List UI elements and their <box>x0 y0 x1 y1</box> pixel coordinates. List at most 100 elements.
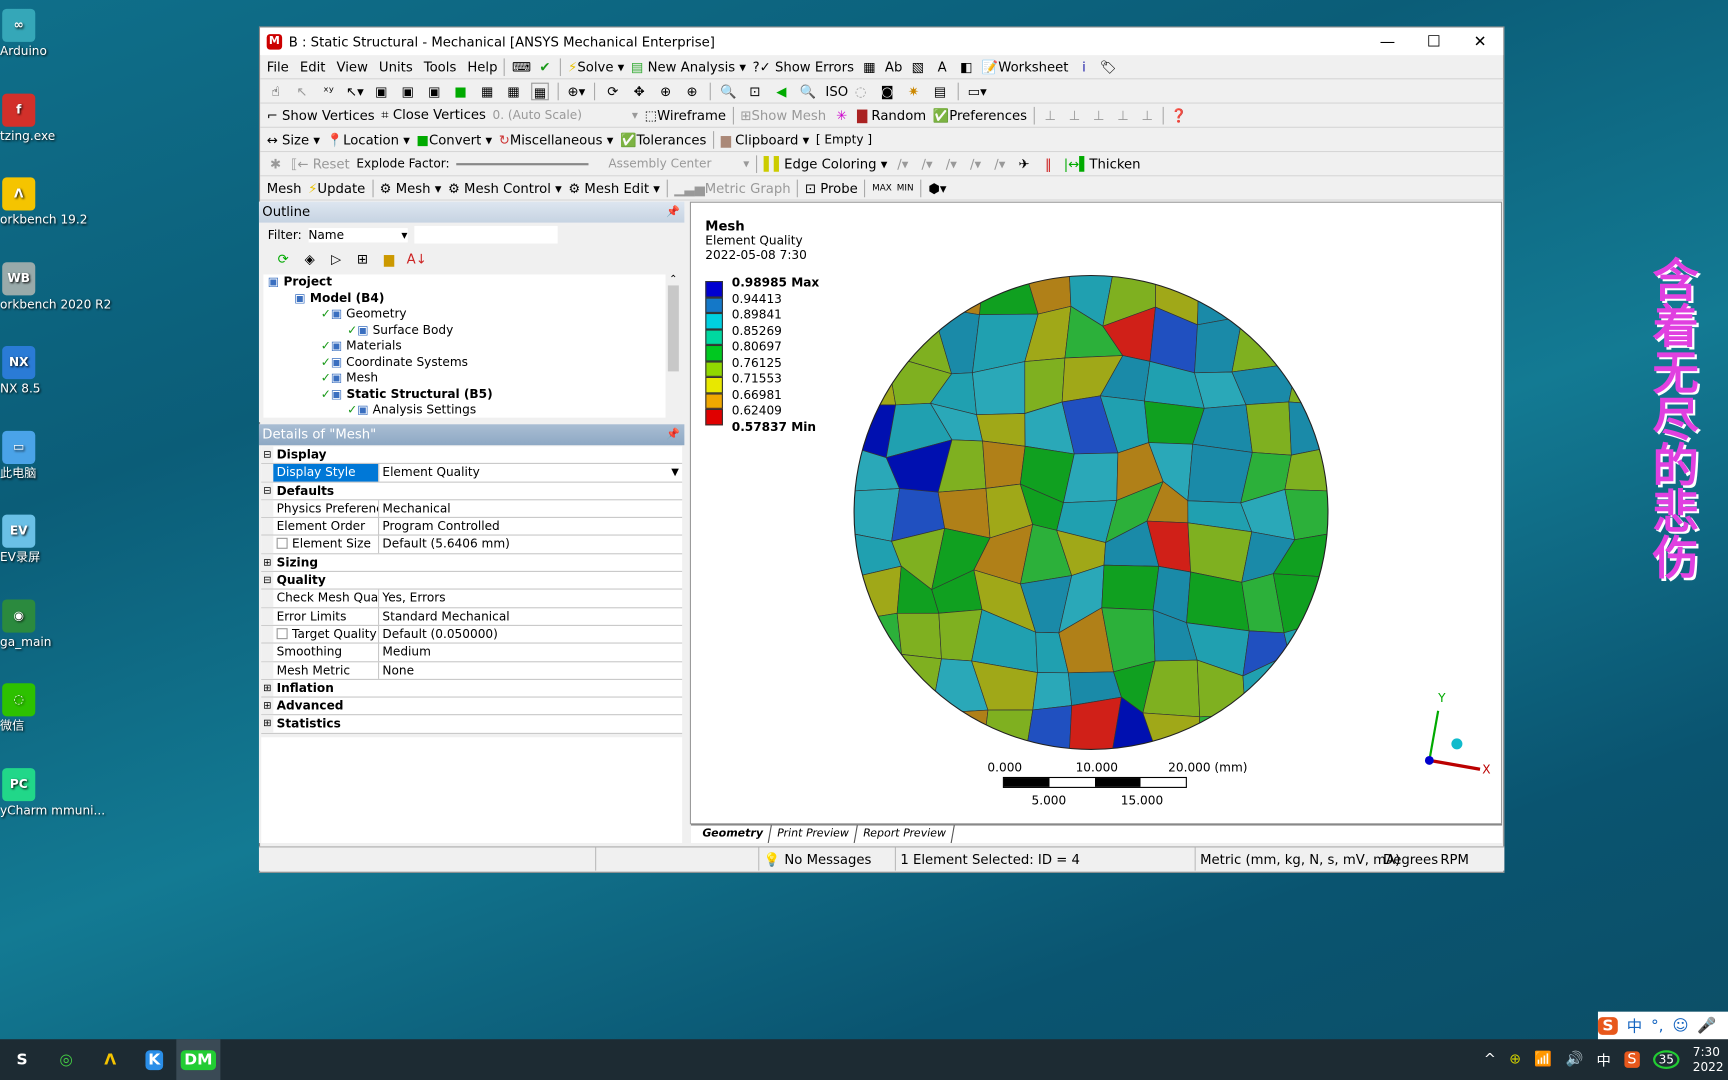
view-icon[interactable]: ◙ <box>878 82 896 100</box>
command-icon[interactable]: ⌨ <box>512 58 531 76</box>
annotation-icon[interactable]: ⊥ <box>1041 106 1059 124</box>
tree-item[interactable]: ✓▣ Mesh <box>263 370 665 386</box>
preferences-button[interactable]: ✅Preferences <box>933 107 1027 122</box>
desktop-icon[interactable]: Λorkbench 19.2 <box>0 177 87 228</box>
extend-icon[interactable]: ⊕▾ <box>568 82 586 100</box>
property-value[interactable]: Mechanical <box>379 500 682 517</box>
mesh-element[interactable] <box>1197 275 1243 326</box>
mesh-element[interactable] <box>1284 697 1328 750</box>
sort-icon[interactable]: A↓ <box>407 250 427 268</box>
edge-coloring-button[interactable]: ▌▌Edge Coloring ▾ <box>764 156 888 171</box>
check-icon[interactable]: ✔ <box>536 58 554 76</box>
sogou-icon[interactable]: S <box>1597 1017 1618 1035</box>
mesh-element[interactable] <box>1282 307 1328 364</box>
expand-toggle-icon[interactable]: ⊞ <box>261 554 274 571</box>
tree-item[interactable]: ✓▣ Surface Body <box>263 322 665 338</box>
max-icon[interactable]: MAX <box>872 179 892 197</box>
details-group[interactable]: ⊟ Display <box>261 446 683 465</box>
menu-units[interactable]: Units <box>379 59 413 74</box>
desktop-icon[interactable]: ▭ 此电脑 <box>0 430 66 481</box>
box-zoom-icon[interactable]: ⊕ <box>683 82 701 100</box>
details-group[interactable]: ⊟ Defaults <box>261 482 683 501</box>
tree-item[interactable]: ✓▣ Coordinate Systems <box>263 354 665 370</box>
triad-icon[interactable]: ✳ <box>833 106 851 124</box>
minimize-button[interactable]: — <box>1364 33 1410 51</box>
refresh-icon[interactable]: ⟳ <box>274 250 292 268</box>
details-group[interactable]: ⊞ Sizing <box>261 554 683 573</box>
explode-slider[interactable] <box>456 162 589 165</box>
pin-icon[interactable]: ✈ <box>1015 155 1033 173</box>
annotation-icon[interactable]: ⊥ <box>1114 106 1132 124</box>
window-layout-icon[interactable]: ▭▾ <box>968 82 987 100</box>
pin-icon[interactable]: 📌 <box>666 202 684 223</box>
tree-item[interactable]: ▣ Project <box>263 274 665 290</box>
taskbar-app[interactable]: DM <box>176 1039 221 1080</box>
menu-edit[interactable]: Edit <box>300 59 326 74</box>
expand-toggle-icon[interactable]: ⊟ <box>261 572 274 589</box>
mesh-element[interactable] <box>898 654 942 714</box>
show-mesh-button[interactable]: ⊞Show Mesh <box>740 107 826 122</box>
maximize-button[interactable]: ☐ <box>1411 33 1457 51</box>
property-value[interactable]: Medium <box>379 644 682 661</box>
checkbox[interactable] <box>276 628 288 640</box>
folder-icon[interactable]: ▆ <box>380 250 398 268</box>
info-select-icon[interactable]: i <box>1075 58 1093 76</box>
annotation-icon[interactable]: ⊥ <box>1090 106 1108 124</box>
expand-toggle-icon[interactable]: ⊞ <box>261 715 274 733</box>
mesh-element[interactable] <box>854 318 898 363</box>
scale-select[interactable]: 0. (Auto Scale) ▾ <box>492 108 637 122</box>
mesh-element[interactable] <box>1288 361 1328 406</box>
desktop-icon[interactable]: NX NX 8.5 <box>0 346 66 397</box>
expand-toggle-icon[interactable]: ⊞ <box>261 679 274 697</box>
mesh-element[interactable] <box>896 705 941 750</box>
expand-toggle-icon[interactable]: ⊟ <box>261 482 274 500</box>
filter-input[interactable] <box>414 225 558 244</box>
property-value[interactable]: Default (0.050000) <box>379 626 682 643</box>
mesh-element[interactable] <box>931 275 984 316</box>
size-button[interactable]: ↔ Size ▾ <box>267 132 320 147</box>
details-row[interactable]: Physics Preference Mechanical <box>261 500 683 519</box>
mesh-element[interactable] <box>1026 705 1073 750</box>
mesh-element[interactable] <box>982 440 1026 489</box>
property-value[interactable]: Program Controlled <box>379 518 682 535</box>
explode-icon[interactable]: ✱ <box>267 155 285 173</box>
select-face-icon[interactable]: ▣ <box>425 82 443 100</box>
details-row[interactable]: Mesh Metric None <box>261 661 683 680</box>
edge-icon[interactable]: ∕▾ <box>918 155 936 173</box>
select-body-icon[interactable]: ■ <box>452 82 470 100</box>
miscellaneous-button[interactable]: ↻Miscellaneous ▾ <box>499 132 614 147</box>
outline-scrollbar[interactable]: ⌃ <box>665 274 682 418</box>
mesh-element[interactable] <box>982 709 1034 750</box>
mesh-element[interactable] <box>854 705 900 750</box>
cursor-mode-icon[interactable]: ↖▾ <box>346 82 364 100</box>
location-button[interactable]: 📍Location ▾ <box>327 132 410 147</box>
property-value[interactable]: Default (5.6406 mm) <box>379 536 682 553</box>
iso-view-icon[interactable]: ISO <box>825 82 848 100</box>
mesh-element[interactable] <box>1231 307 1298 373</box>
thin-icon[interactable]: ‖ <box>1039 155 1057 173</box>
select-node-icon[interactable]: ▦ <box>478 82 496 100</box>
tab-geometry[interactable]: Geometry <box>693 825 773 844</box>
zoom-fit-icon[interactable]: 🔍 <box>720 82 738 100</box>
tree-item[interactable]: ✓▣ Analysis Settings <box>263 402 665 418</box>
select-edge-icon[interactable]: ▣ <box>399 82 417 100</box>
chart-icon[interactable]: ▦ <box>861 58 879 76</box>
pin-icon[interactable]: 📌 <box>666 424 684 445</box>
metric-graph-button[interactable]: ▁▃▅Metric Graph <box>674 180 790 195</box>
tree-item[interactable]: ▣ Model (B4) <box>263 290 665 306</box>
security-icon[interactable]: ⊕ <box>1509 1051 1521 1068</box>
tree-item[interactable]: ✓▣ Geometry <box>263 306 665 322</box>
mesh-element[interactable] <box>1101 564 1160 611</box>
checkbox[interactable] <box>276 538 288 550</box>
badge-35[interactable]: 35 <box>1653 1050 1680 1069</box>
zoom-box-icon[interactable]: ⊡ <box>746 82 764 100</box>
coordinates-icon[interactable]: ˣʸ <box>320 82 338 100</box>
update-button[interactable]: ⚡Update <box>308 180 365 195</box>
expand-icon[interactable]: ▷ <box>327 250 345 268</box>
mesh-plot[interactable] <box>838 264 1356 760</box>
select-element-face-icon[interactable]: ▦ <box>505 82 523 100</box>
select-point-icon[interactable]: ☝ <box>267 82 285 100</box>
taskbar-app[interactable]: ◎ <box>44 1039 88 1080</box>
text-icon[interactable]: A <box>933 58 951 76</box>
edge-icon[interactable]: ∕▾ <box>967 155 985 173</box>
